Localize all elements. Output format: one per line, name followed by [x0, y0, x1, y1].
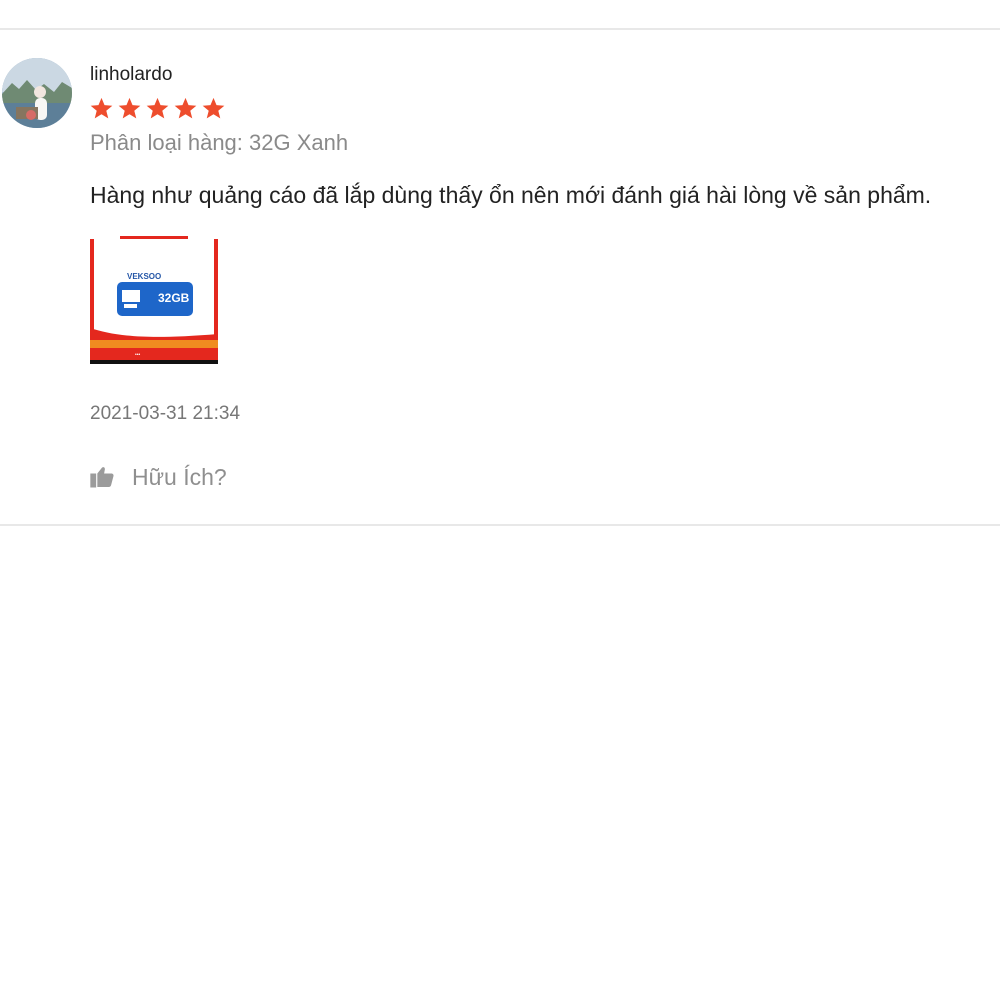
- rating-stars: [89, 96, 226, 124]
- top-divider: [0, 28, 1000, 30]
- review-image-thumbnail[interactable]: VEKSOO 32GB •••: [90, 236, 218, 364]
- helpful-label[interactable]: Hữu Ích?: [132, 464, 227, 491]
- svg-text:•••: •••: [135, 352, 141, 358]
- product-variation: Phân loại hàng: 32G Xanh: [90, 130, 349, 155]
- helpful-button[interactable]: Hữu Ích?: [88, 460, 227, 494]
- brand-text: VEKSOO: [127, 272, 161, 281]
- product-image: VEKSOO 32GB •••: [90, 236, 218, 364]
- capacity-text: 32GB: [158, 291, 190, 305]
- bottom-divider: [0, 524, 1000, 526]
- review-comment: Hàng như quảng cáo đã lắp dùng thấy ổn n…: [90, 182, 932, 208]
- star-icon: [202, 97, 225, 119]
- avatar-photo: [2, 58, 72, 128]
- star-icon: [146, 97, 169, 119]
- thumbs-up-icon[interactable]: [88, 463, 116, 491]
- reviewer-username[interactable]: linholardo: [90, 64, 172, 86]
- review-page: linholardo Phân loại hàng: 32G Xanh Hàng…: [0, 0, 1000, 1000]
- avatar[interactable]: [2, 58, 72, 128]
- star-icon: [174, 97, 197, 119]
- star-icon: [118, 97, 141, 119]
- review-timestamp: 2021-03-31 21:34: [90, 403, 241, 424]
- star-icon: [90, 97, 113, 119]
